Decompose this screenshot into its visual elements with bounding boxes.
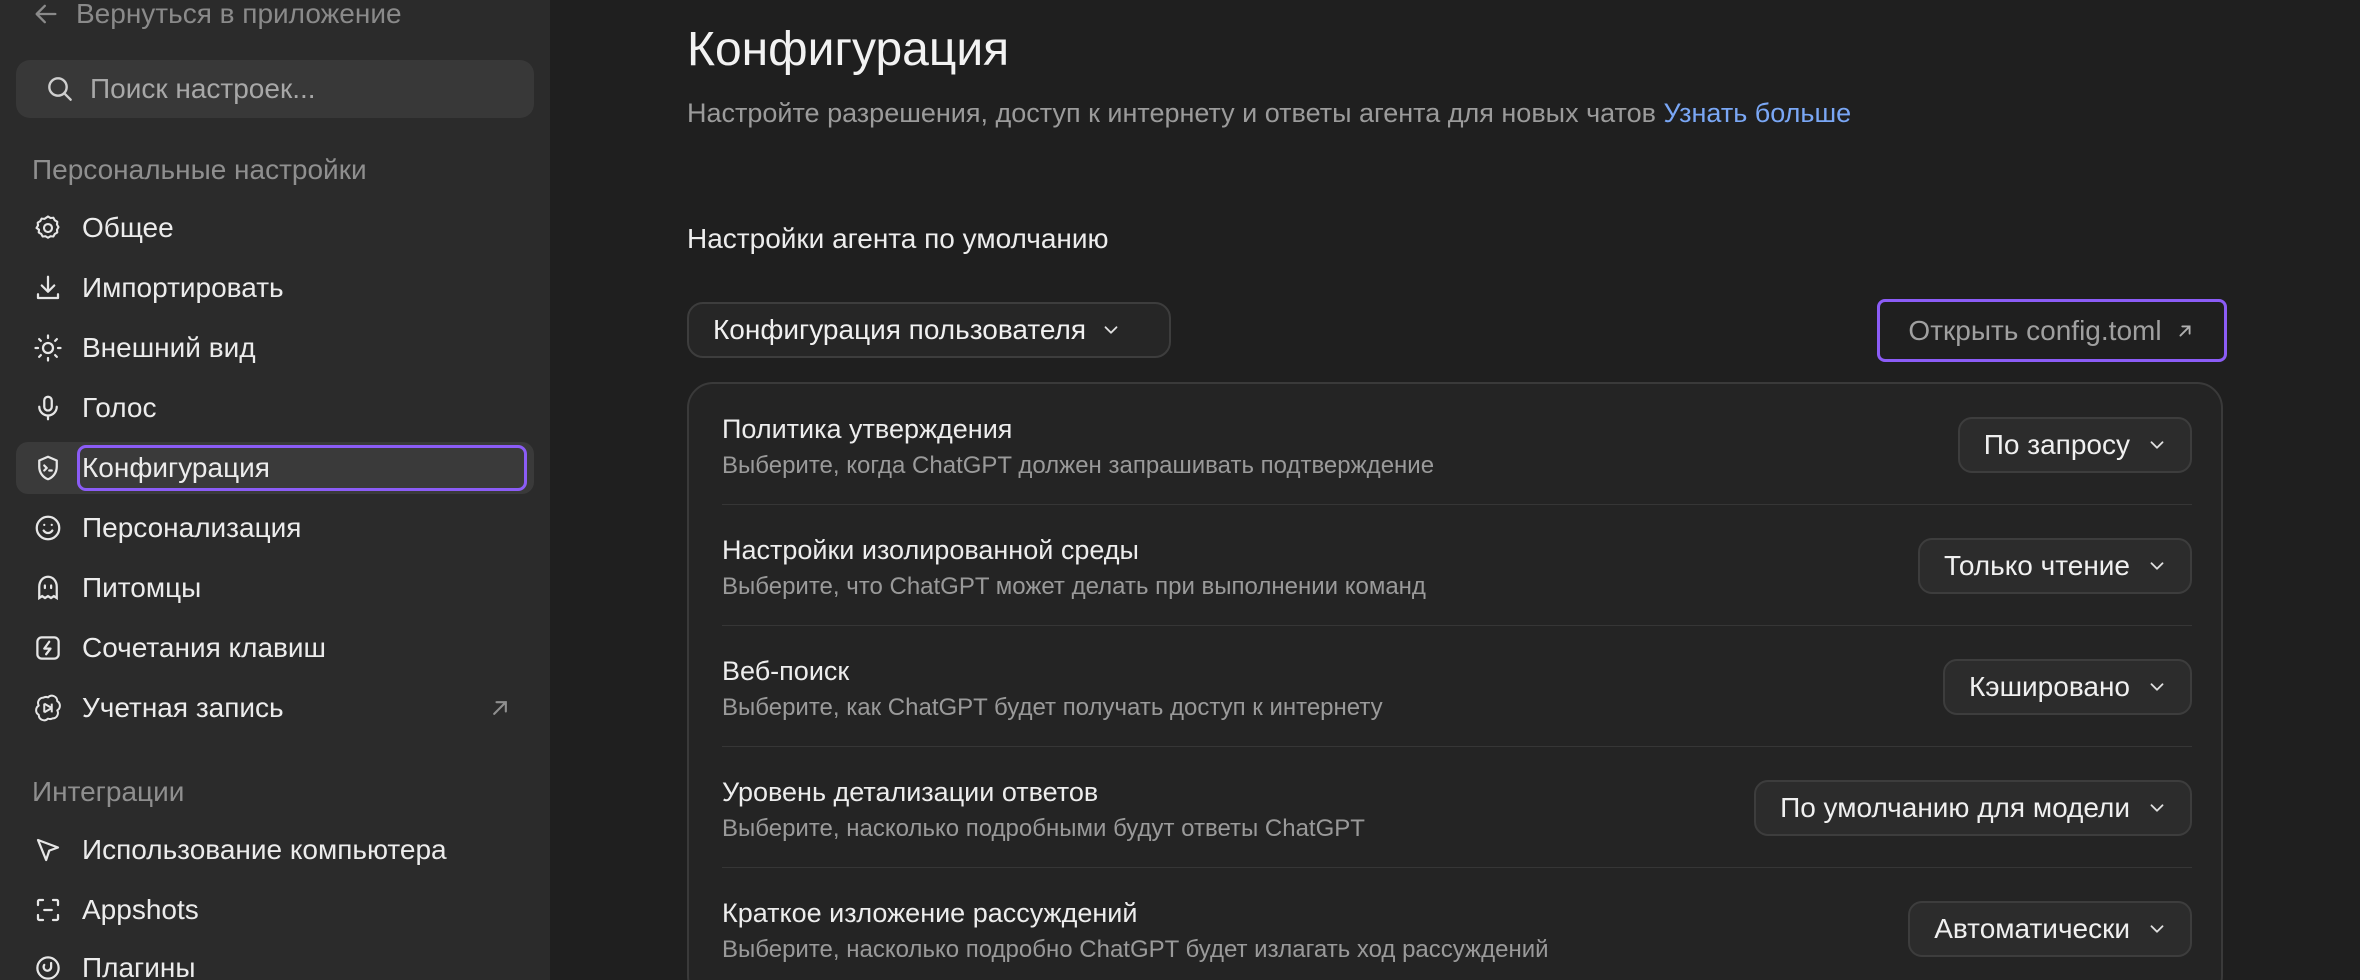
sidebar-item-label: Использование компьютера: [82, 834, 447, 865]
setting-description: Выберите, когда ChatGPT должен запрашива…: [722, 452, 1435, 479]
search-icon: [48, 77, 72, 101]
sidebar-item-voice[interactable]: Голос: [16, 382, 534, 434]
open-config-label: Открыть config.toml: [1908, 314, 2162, 346]
reasoning-summary-select[interactable]: Автоматически: [1908, 901, 2192, 957]
arrow-left-icon: [35, 4, 57, 24]
sidebar-item-label: Питомцы: [82, 572, 202, 603]
sidebar-item-appearance[interactable]: Внешний вид: [16, 322, 534, 374]
approval-policy-select[interactable]: По запросу: [1957, 417, 2192, 473]
setting-row-reasoning-summary: Краткое изложение рассуждений Выберите, …: [722, 868, 2192, 980]
setting-description: Выберите, насколько подробно ChatGPT буд…: [722, 936, 1549, 963]
smile-icon: [32, 512, 64, 544]
back-to-app-link[interactable]: Вернуться в приложение: [32, 0, 402, 32]
setting-row-verbosity: Уровень детализации ответов Выберите, на…: [722, 747, 2192, 868]
sidebar-item-label: Учетная запись: [82, 692, 284, 723]
sun-icon: [32, 332, 64, 364]
main-content: Конфигурация Настройте разрешения, досту…: [550, 0, 2360, 980]
select-value: Кэшировано: [1968, 671, 2130, 702]
sidebar-item-label: Плагины: [82, 952, 196, 980]
settings-search[interactable]: [16, 60, 534, 118]
gear-icon: [32, 212, 64, 244]
setting-title: Краткое изложение рассуждений: [722, 898, 1138, 928]
sidebar-item-general[interactable]: Общее: [16, 202, 534, 254]
setting-title: Уровень детализации ответов: [722, 777, 1099, 807]
sidebar-item-label: Сочетания клавиш: [82, 632, 326, 663]
setting-description: Выберите, что ChatGPT может делать при в…: [722, 573, 1426, 600]
open-config-button[interactable]: Открыть config.toml: [1877, 299, 2227, 362]
cursor-icon: [32, 834, 64, 866]
setting-title: Политика утверждения: [722, 414, 1013, 444]
config-profile-value: Конфигурация пользователя: [713, 314, 1086, 345]
page-title: Конфигурация: [687, 23, 1010, 76]
sidebar-item-label: Конфигурация: [77, 445, 527, 491]
chevron-down-icon: [2150, 683, 2164, 691]
setting-row-sandbox: Настройки изолированной среды Выберите, …: [722, 505, 2192, 626]
setting-description: Выберите, как ChatGPT будет получать дос…: [722, 694, 1383, 721]
select-value: По запросу: [1983, 429, 2130, 460]
search-input[interactable]: [90, 73, 510, 105]
page-subtitle: Настройте разрешения, доступ к интернету…: [687, 98, 1851, 129]
sidebar-item-label: Персонализация: [82, 512, 302, 543]
chevron-down-icon: [2150, 925, 2164, 933]
pet-icon: [32, 572, 64, 604]
personal-settings-heading: Персональные настройки: [32, 154, 367, 185]
setting-row-web-search: Веб-поиск Выберите, как ChatGPT будет по…: [722, 626, 2192, 747]
sandbox-select[interactable]: Только чтение: [1917, 538, 2192, 594]
verbosity-select[interactable]: По умолчанию для модели: [1754, 780, 2192, 836]
sidebar-item-label: Внешний вид: [82, 332, 256, 363]
sidebar-item-appshots[interactable]: Appshots: [16, 884, 534, 936]
chevron-down-icon: [1104, 326, 1118, 334]
external-link-icon: [2179, 325, 2191, 336]
subtitle-text: Настройте разрешения, доступ к интернету…: [687, 98, 1656, 128]
sidebar: Вернуться в приложение Персональные наст…: [0, 0, 550, 980]
plugin-icon: [32, 952, 64, 980]
sidebar-item-shortcuts[interactable]: Сочетания клавиш: [16, 622, 534, 674]
microphone-icon: [32, 392, 64, 424]
integrations-heading: Интеграции: [32, 776, 185, 807]
sidebar-item-computer-use[interactable]: Использование компьютера: [16, 824, 534, 876]
keyboard-shortcut-icon: [32, 632, 64, 664]
setting-row-approval-policy: Политика утверждения Выберите, когда Cha…: [722, 384, 2192, 505]
shield-icon: [32, 452, 64, 484]
setting-title: Веб-поиск: [722, 656, 850, 686]
config-profile-dropdown[interactable]: Конфигурация пользователя: [687, 302, 1171, 358]
chevron-down-icon: [2150, 804, 2164, 812]
screenshot-icon: [32, 894, 64, 926]
external-link-icon: [493, 701, 507, 715]
select-value: Только чтение: [1943, 550, 2130, 581]
agent-settings-card: Политика утверждения Выберите, когда Cha…: [687, 382, 2223, 980]
agent-defaults-heading: Настройки агента по умолчанию: [687, 223, 1109, 254]
openai-logo-icon: [32, 692, 64, 724]
chevron-down-icon: [2150, 441, 2164, 449]
sidebar-item-label: Голос: [82, 392, 157, 423]
sidebar-item-plugins[interactable]: Плагины: [16, 942, 534, 980]
setting-title: Настройки изолированной среды: [722, 535, 1139, 565]
sidebar-item-label: Импортировать: [82, 272, 284, 303]
select-value: Автоматически: [1934, 913, 2130, 944]
back-to-app-label: Вернуться в приложение: [76, 0, 402, 29]
sidebar-item-account[interactable]: Учетная запись: [16, 682, 534, 734]
learn-more-link[interactable]: Узнать больше: [1664, 98, 1852, 128]
sidebar-item-label: Appshots: [82, 894, 199, 925]
chevron-down-icon: [2150, 562, 2164, 570]
download-icon: [32, 272, 64, 304]
sidebar-item-label: Общее: [82, 212, 174, 243]
sidebar-item-personalization[interactable]: Персонализация: [16, 502, 534, 554]
sidebar-item-configuration[interactable]: Конфигурация: [16, 442, 534, 494]
sidebar-item-import[interactable]: Импортировать: [16, 262, 534, 314]
sidebar-item-pets[interactable]: Питомцы: [16, 562, 534, 614]
select-value: По умолчанию для модели: [1780, 792, 2130, 823]
setting-description: Выберите, насколько подробными будут отв…: [722, 815, 1365, 842]
web-search-select[interactable]: Кэшировано: [1942, 659, 2192, 715]
